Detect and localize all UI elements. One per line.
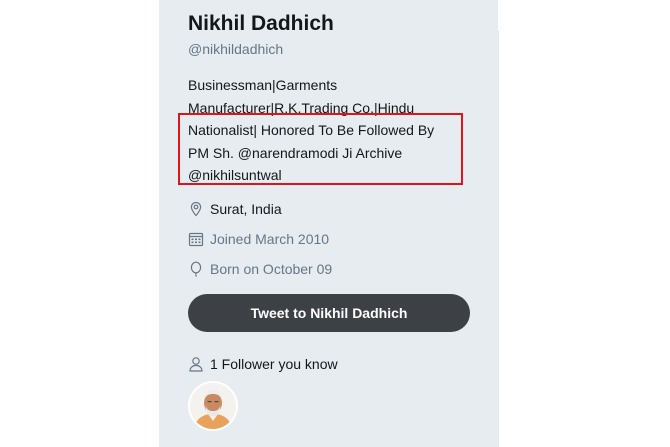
followers-you-know-label: 1 Follower you know [210,356,338,372]
calendar-icon [188,232,204,247]
balloon-icon [190,261,202,277]
timeline-edge [498,31,513,447]
red-highlight-annotation [178,113,463,185]
joined-text: Joined March 2010 [210,231,330,247]
location-text: Surat, India [210,201,282,217]
follower-avatar[interactable] [188,381,238,431]
profile-location: Surat, India [188,198,282,220]
followers-you-know[interactable]: 1 Follower you know [188,353,338,375]
profile-birthday: Born on October 09 [188,258,332,280]
birthday-text: Born on October 09 [210,261,333,277]
profile-sidebar [159,0,498,447]
location-pin-icon [190,201,202,217]
tweet-to-button[interactable]: Tweet to Nikhil Dadhich [188,294,470,332]
person-icon [189,357,203,372]
profile-handle[interactable]: @nikhildadhich [188,41,283,57]
bio-line: Businessman|Garments [188,77,338,93]
profile-name[interactable]: Nikhil Dadhich [188,12,334,36]
profile-joined: Joined March 2010 [188,228,329,250]
follower-portrait-image [190,383,236,429]
